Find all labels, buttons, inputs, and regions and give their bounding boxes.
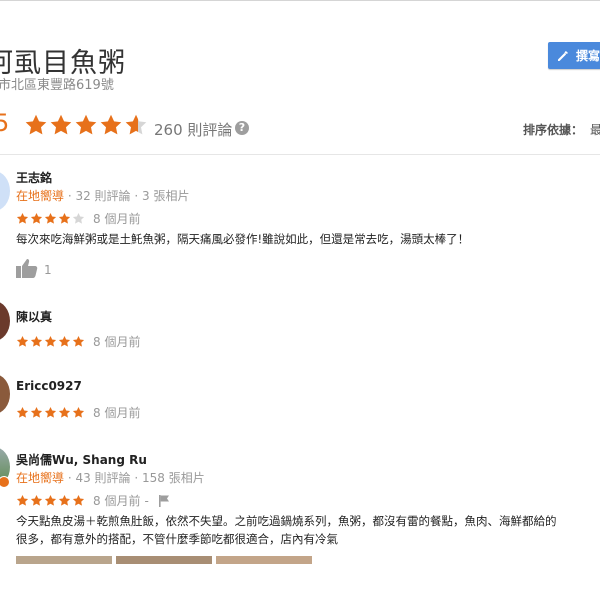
review-time: 8 個月前 <box>93 406 141 420</box>
star-icon <box>44 212 57 224</box>
help-icon[interactable]: ? <box>235 121 249 135</box>
pencil-icon <box>557 50 569 62</box>
star-icon <box>30 494 43 506</box>
review-text-line-2: 很多，都有意外的搭配，不管什麼季節吃都很適合，店內有冷氣 <box>16 532 338 546</box>
write-review-label: 撰寫 <box>576 49 600 63</box>
review-text-line-1: 今天點魚皮湯＋乾煎魚肚飯，依然不失望。之前吃過鍋燒系列，魚粥，都沒有雷的餐點，魚… <box>16 514 557 528</box>
review-count[interactable]: 260 則評論 <box>154 119 232 140</box>
reviewer-stats: · 43 則評論 · 158 張相片 <box>67 471 205 485</box>
review-stars <box>16 494 86 507</box>
star-icon <box>72 335 85 347</box>
thumbs-up-icon <box>16 258 38 282</box>
star-icon <box>25 114 47 135</box>
star-icon <box>125 114 147 135</box>
local-guide-icon <box>0 476 10 488</box>
review-time: 8 個月前 <box>93 212 141 226</box>
review-rating-row: 8 個月前 <box>16 333 140 350</box>
star-icon <box>44 406 57 418</box>
sort-dropdown[interactable]: 最 <box>590 121 600 138</box>
review-photo[interactable] <box>116 556 212 564</box>
star-icon <box>16 335 29 347</box>
star-icon <box>16 406 29 418</box>
review-photo[interactable] <box>16 556 112 564</box>
place-reviews-panel: 河虱目魚粥 市北區東豐路619號 撰寫 5 260 則評論 ? 排序依據： 最 … <box>0 0 600 601</box>
star-icon <box>50 114 72 135</box>
reviewer-name[interactable]: Ericc0927 <box>16 379 82 393</box>
reviewer-name[interactable]: 王志銘 <box>16 169 52 186</box>
star-icon <box>75 114 97 135</box>
write-review-button[interactable]: 撰寫 <box>548 42 600 69</box>
average-rating-stars <box>24 113 149 137</box>
reviewer-stats: · 32 則評論 · 3 張相片 <box>67 189 190 203</box>
review-rating-row: 8 個月前 <box>16 404 140 421</box>
sort-label: 排序依據： <box>523 123 584 137</box>
review-photos <box>16 556 316 564</box>
star-icon <box>30 335 43 347</box>
separator: - <box>144 493 149 508</box>
review-stars <box>16 212 86 225</box>
reviewer-name[interactable]: 吳尚儒Wu, Shang Ru <box>16 451 147 468</box>
reviewer-meta: 在地嚮導 · 32 則評論 · 3 張相片 <box>16 187 189 204</box>
review-time: 8 個月前 <box>93 494 141 508</box>
avatar[interactable] <box>0 171 10 211</box>
review-text: 每次來吃海鮮粥或是土魠魚粥，隔天痛風必發作!雖說如此，但還是常去吃，湯頭太棒了！ <box>16 232 470 246</box>
place-address: 市北區東豐路619號 <box>0 78 114 93</box>
star-icon <box>72 494 85 506</box>
star-icon <box>100 114 122 135</box>
review-photo[interactable] <box>216 556 312 564</box>
reviewer-meta: 在地嚮導 · 43 則評論 · 158 張相片 <box>16 469 205 486</box>
star-icon <box>58 494 71 506</box>
like-count: 1 <box>44 263 52 277</box>
review-rating-row: 8 個月前 <box>16 210 140 227</box>
star-icon <box>44 494 57 506</box>
star-icon <box>72 212 85 224</box>
local-guide-badge: 在地嚮導 <box>16 471 65 485</box>
star-icon <box>44 335 57 347</box>
like-button[interactable]: 1 <box>16 258 52 282</box>
star-icon <box>16 212 29 224</box>
star-icon <box>30 406 43 418</box>
avatar[interactable] <box>0 374 10 414</box>
reviewer-name[interactable]: 陳以真 <box>16 308 52 325</box>
star-icon <box>58 212 71 224</box>
star-icon <box>58 406 71 418</box>
local-guide-badge: 在地嚮導 <box>16 189 65 203</box>
star-icon <box>16 494 29 506</box>
average-rating: 5 <box>0 109 9 137</box>
review-rating-row: 8 個月前 - <box>16 492 171 509</box>
review-stars <box>16 335 86 348</box>
review-time: 8 個月前 <box>93 335 141 349</box>
review-stars <box>16 406 86 419</box>
star-icon <box>58 335 71 347</box>
divider <box>0 154 600 155</box>
star-icon <box>72 406 85 418</box>
flag-icon[interactable] <box>158 494 171 507</box>
star-icon <box>30 212 43 224</box>
avatar[interactable] <box>0 301 10 341</box>
